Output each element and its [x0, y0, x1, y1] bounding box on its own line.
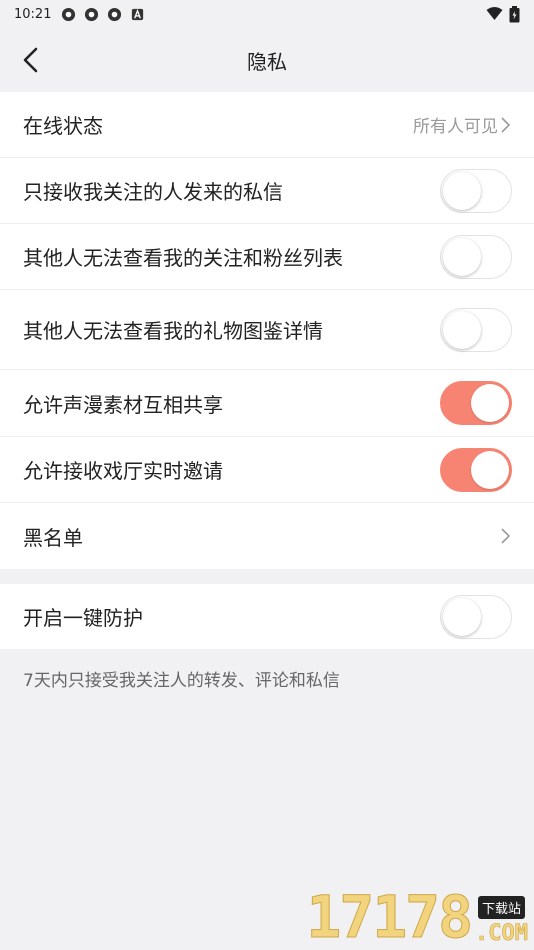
toggle-switch[interactable] — [440, 234, 512, 279]
setting-label: 在线状态 — [23, 114, 103, 138]
page-title: 隐私 — [247, 49, 287, 74]
status-right — [486, 5, 520, 23]
toggle-knob — [443, 310, 481, 349]
status-bar: 10:21 — [0, 0, 534, 28]
toggle-switch[interactable] — [440, 168, 512, 213]
setting-hide-follow-list: 其他人无法查看我的关注和粉丝列表 — [0, 224, 534, 290]
toggle-knob — [471, 450, 509, 489]
setting-one-key-protection: 开启一键防护 — [0, 584, 534, 649]
toggle-knob — [471, 384, 509, 422]
setting-label: 其他人无法查看我的礼物图鉴详情 — [23, 319, 323, 343]
setting-dm-followed-only: 只接收我关注的人发来的私信 — [0, 158, 534, 224]
watermark-badge: 下载站 — [478, 896, 526, 919]
battery-icon — [509, 5, 520, 22]
setting-label: 允许接收戏厅实时邀请 — [23, 459, 223, 483]
back-button[interactable] — [20, 46, 44, 74]
setting-online-status[interactable]: 在线状态 所有人可见 — [0, 92, 534, 158]
setting-blacklist[interactable]: 黑名单 — [0, 503, 534, 569]
setting-hide-gift-gallery: 其他人无法查看我的礼物图鉴详情 — [0, 290, 534, 370]
app-icon — [62, 7, 76, 21]
watermark-suffix: .COM — [475, 921, 529, 947]
toggle-knob — [443, 597, 481, 636]
setting-label: 允许声漫素材互相共享 — [23, 392, 223, 417]
toggle-switch[interactable] — [440, 307, 512, 352]
toggle-knob — [443, 171, 481, 210]
watermark-logo: 17178 下载站 .COM — [306, 883, 528, 950]
toggle-switch[interactable] — [440, 381, 512, 425]
setting-label: 黑名单 — [23, 525, 83, 550]
app-icon — [108, 7, 122, 21]
privacy-settings-group: 在线状态 所有人可见 只接收我关注的人发来的私信 其他人无法查看我的关注和粉丝列… — [0, 92, 534, 569]
protection-note: 7天内只接受我关注人的转发、评论和私信 — [23, 671, 340, 691]
watermark-side: 下载站 .COM — [475, 896, 528, 946]
toggle-switch[interactable] — [440, 594, 512, 639]
status-time: 10:21 — [14, 6, 52, 22]
chevron-right-icon — [501, 116, 511, 133]
a-badge-icon — [132, 8, 144, 20]
watermark-digits: 17178 — [306, 883, 474, 950]
setting-share-material: 允许声漫素材互相共享 — [0, 370, 534, 437]
setting-label: 其他人无法查看我的关注和粉丝列表 — [23, 246, 343, 270]
header: 隐私 — [0, 28, 534, 92]
setting-value: 所有人可见 — [413, 117, 498, 137]
chevron-right-icon — [501, 528, 511, 544]
wifi-icon — [486, 7, 503, 20]
setting-label: 只接收我关注的人发来的私信 — [23, 180, 283, 204]
app-icon — [85, 7, 99, 21]
toggle-knob — [443, 237, 481, 276]
setting-label: 开启一键防护 — [23, 606, 143, 630]
setting-theater-invite: 允许接收戏厅实时邀请 — [0, 437, 534, 503]
toggle-switch[interactable] — [440, 447, 512, 492]
protection-group: 开启一键防护 — [0, 584, 534, 649]
